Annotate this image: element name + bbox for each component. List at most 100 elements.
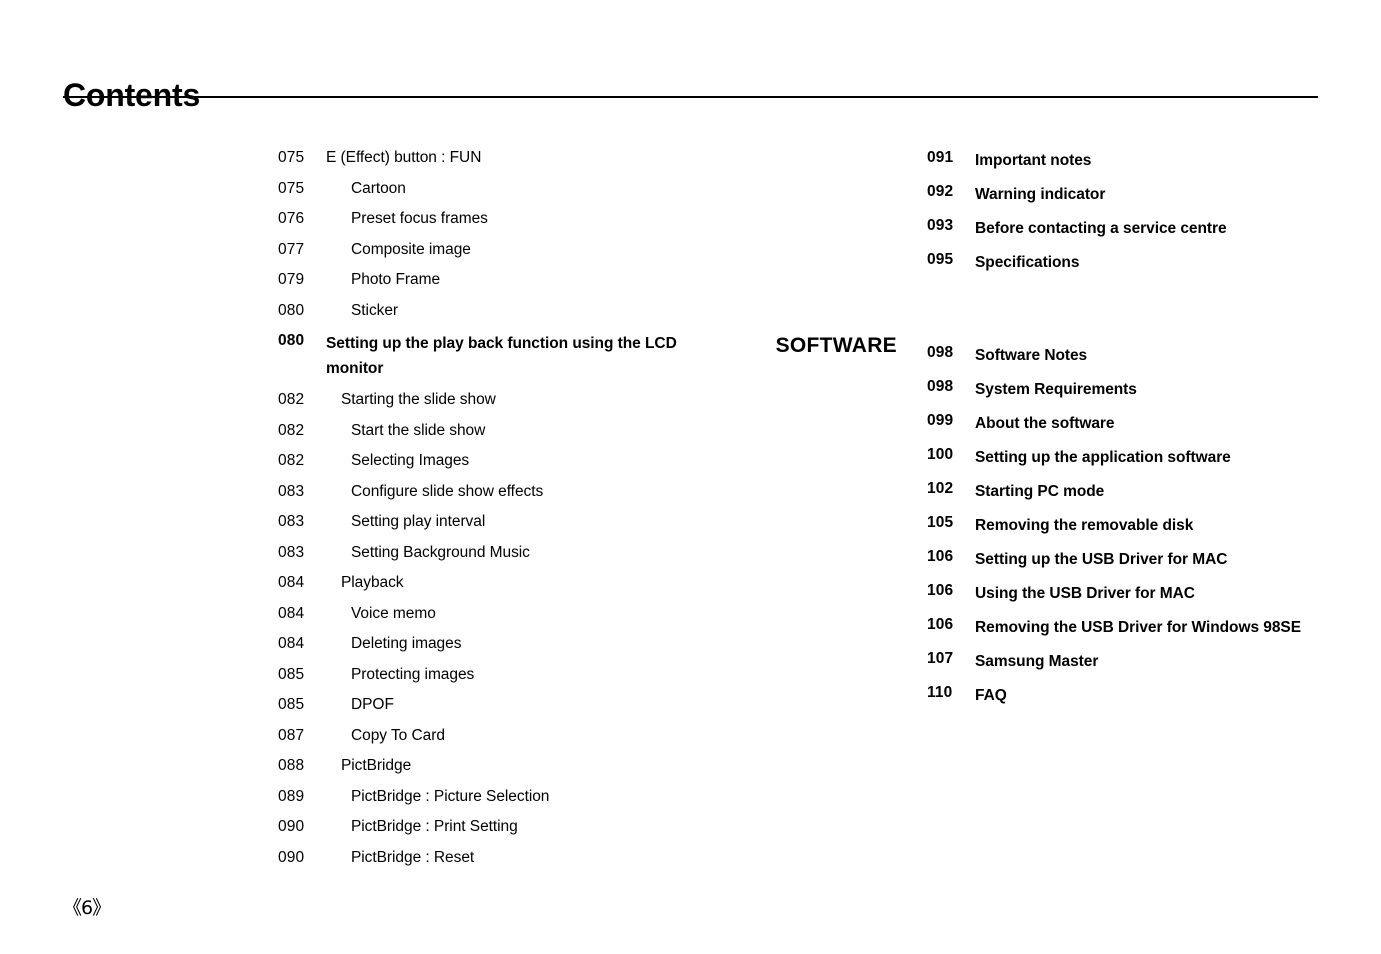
toc-entry-page-number: 083 (278, 513, 305, 530)
toc-entry-title: DPOF (351, 696, 394, 713)
toc-entry-title: Removing the removable disk (975, 517, 1194, 534)
toc-entry[interactable]: 106 Using the USB Driver for MAC (927, 581, 1322, 606)
toc-entry-title: FAQ (975, 687, 1007, 704)
toc-entry-page-number: 100 (927, 446, 954, 463)
toc-entry-page-number: 083 (278, 543, 305, 561)
toc-entry[interactable]: 080 Setting up the play back function usi… (278, 331, 708, 381)
toc-entry-page-number: 093 (927, 217, 954, 234)
toc-entry-page-number: 077 (278, 240, 305, 258)
toc-entry-page-number: 084 (278, 635, 305, 652)
toc-entry-page-number: 090 (278, 848, 305, 866)
toc-entry-title: Setting up the USB Driver for MAC (975, 551, 1228, 568)
toc-entry[interactable]: 079 Photo Frame (278, 270, 708, 289)
toc-entry-title: Using the USB Driver for MAC (975, 585, 1195, 602)
toc-entry[interactable]: 092 Warning indicator (927, 182, 1322, 207)
toc-entry-page-number: 106 (927, 548, 954, 565)
toc-entry[interactable]: 098 Software Notes (927, 343, 1322, 368)
toc-entry-page-number: 087 (278, 726, 305, 744)
section-label-software: SOFTWARE (775, 334, 897, 357)
toc-entry-title: Protecting images (351, 665, 475, 683)
toc-entry-page-number: 076 (278, 210, 305, 227)
toc-entry[interactable]: 082 Starting the slide show (278, 390, 708, 409)
heading-divider (63, 96, 1318, 98)
toc-entry-page-number: 106 (927, 582, 954, 599)
toc-entry-page-number: 079 (278, 271, 305, 288)
toc-entry-title: PictBridge : Reset (351, 848, 475, 866)
toc-entry[interactable]: 106 Removing the USB Driver for Windows 9… (927, 615, 1322, 640)
toc-entry[interactable]: 084 Playback (278, 573, 708, 592)
toc-entry[interactable]: 082 Start the slide show (278, 421, 708, 440)
toc-entry-title: Copy To Card (351, 726, 445, 744)
toc-entry[interactable]: 110 FAQ (927, 683, 1322, 708)
toc-entry[interactable]: 082 Selecting Images (278, 451, 708, 470)
toc-entry[interactable]: 099 About the software (927, 411, 1322, 436)
toc-entry-page-number: 082 (278, 452, 305, 469)
toc-entry-title: Playback (341, 574, 404, 591)
toc-entry-page-number: 090 (278, 818, 305, 835)
toc-entry[interactable]: 102 Starting PC mode (927, 479, 1322, 504)
toc-entry-title: Specifications (975, 254, 1080, 271)
toc-entry-page-number: 089 (278, 787, 305, 805)
toc-entry[interactable]: 085 Protecting images (278, 665, 708, 684)
toc-entry-title: Cartoon (351, 179, 406, 197)
toc-entry-page-number: 084 (278, 574, 305, 591)
toc-entry[interactable]: 075 Cartoon (278, 179, 708, 198)
toc-entry[interactable]: 090 PictBridge : Print Setting (278, 817, 708, 836)
toc-column-left: 075 E (Effect) button : FUN 075 Cartoon 076 P… (278, 148, 708, 878)
toc-entry-title: Setting play interval (351, 513, 486, 530)
toc-entry[interactable]: 075 E (Effect) button : FUN (278, 148, 708, 167)
toc-entry[interactable]: 085 DPOF (278, 695, 708, 714)
toc-entry[interactable]: 105 Removing the removable disk (927, 513, 1322, 538)
toc-entry-title: Selecting Images (351, 452, 470, 469)
toc-entry-page-number: 105 (927, 514, 954, 531)
toc-entry[interactable]: 083 Configure slide show effects (278, 482, 708, 501)
toc-entry-page-number: 083 (278, 482, 305, 500)
toc-entry-title: Samsung Master (975, 653, 1099, 670)
toc-entry[interactable]: 095 Specifications (927, 250, 1322, 275)
toc-entry[interactable]: 106 Setting up the USB Driver for MAC (927, 547, 1322, 572)
toc-entry-page-number: 085 (278, 696, 305, 713)
toc-entry-title: Starting PC mode (975, 483, 1105, 500)
toc-entry-title: Warning indicator (975, 186, 1106, 203)
toc-entry-title: Composite image (351, 240, 471, 258)
toc-entry-page-number: 080 (278, 301, 305, 319)
toc-entry-page-number: 095 (927, 251, 954, 268)
toc-entry-title: Configure slide show effects (351, 482, 544, 500)
toc-entry[interactable]: 107 Samsung Master (927, 649, 1322, 674)
toc-entry[interactable]: 088 PictBridge (278, 756, 708, 775)
toc-entry-page-number: 075 (278, 179, 305, 197)
toc-entry-page-number: 110 (927, 684, 953, 701)
toc-entry-title: Start the slide show (351, 421, 486, 439)
toc-entry-page-number: 082 (278, 391, 305, 408)
toc-entry-title: Photo Frame (351, 271, 441, 288)
toc-entry[interactable]: 077 Composite image (278, 240, 708, 259)
toc-entry[interactable]: 091 Important notes (927, 148, 1322, 173)
toc-entry-page-number: 107 (927, 650, 954, 667)
toc-entry-title: Removing the USB Driver for Windows 98SE (975, 619, 1302, 636)
toc-entry[interactable]: 084 Deleting images (278, 634, 708, 653)
toc-entry-page-number: 082 (278, 421, 305, 439)
toc-entry-page-number: 091 (927, 149, 954, 166)
toc-entry[interactable]: 083 Setting Background Music (278, 543, 708, 562)
toc-entry[interactable]: 100 Setting up the application software (927, 445, 1322, 470)
toc-entry-title: E (Effect) button : FUN (326, 149, 482, 166)
toc-entry[interactable]: 090 PictBridge : Reset (278, 848, 708, 867)
toc-entry-page-number: 098 (927, 344, 954, 361)
toc-entry[interactable]: 098 System Requirements (927, 377, 1322, 402)
toc-entry-page-number: 084 (278, 604, 305, 622)
toc-entry-page-number: 102 (927, 480, 954, 497)
toc-entry-title: Important notes (975, 152, 1092, 169)
toc-entry[interactable]: 084 Voice memo (278, 604, 708, 623)
toc-entry[interactable]: 093 Before contacting a service centre (927, 216, 1322, 241)
toc-entry[interactable]: 087 Copy To Card (278, 726, 708, 745)
toc-entry[interactable]: 083 Setting play interval (278, 512, 708, 531)
toc-entry[interactable]: 080 Sticker (278, 301, 708, 320)
toc-entry[interactable]: 076 Preset focus frames (278, 209, 708, 228)
toc-entry-title: About the software (975, 415, 1115, 432)
toc-entry-title: Setting Background Music (351, 543, 530, 561)
page-folio: 《6》 (63, 897, 111, 919)
toc-entry-page-number: 099 (927, 412, 954, 429)
toc-entry-page-number: 106 (927, 616, 954, 633)
toc-entry[interactable]: 089 PictBridge : Picture Selection (278, 787, 708, 806)
toc-entry-page-number: 088 (278, 757, 305, 774)
